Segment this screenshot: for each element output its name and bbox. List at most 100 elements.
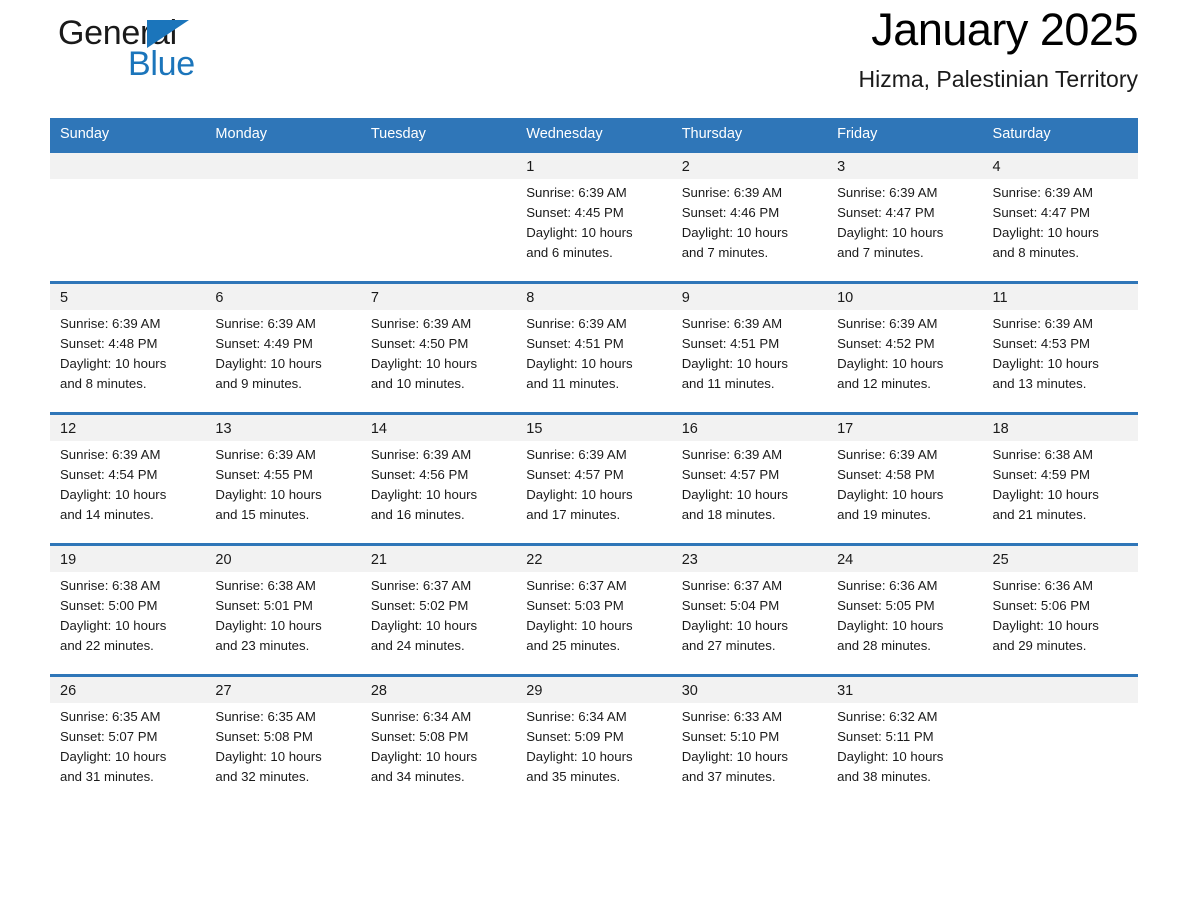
day-detail-line: Daylight: 10 hours: [837, 749, 944, 765]
day-number[interactable]: 5: [50, 284, 206, 310]
day-number[interactable]: 17: [827, 415, 983, 441]
day-cell-details[interactable]: Sunrise: 6:39 AM Sunset: 4:46 PM Daylight:…: [671, 179, 828, 281]
day-number[interactable]: 27: [205, 677, 361, 703]
day-number[interactable]: 13: [205, 415, 361, 441]
day-cell-details[interactable]: Sunrise: 6:39 AM Sunset: 4:57 PM Daylight:…: [671, 441, 828, 543]
day-detail-line: Sunrise: 6:39 AM: [60, 447, 161, 462]
day-number[interactable]: 25: [982, 546, 1138, 572]
day-number[interactable]: 30: [671, 677, 828, 703]
day-number[interactable]: 28: [360, 677, 517, 703]
day-cell-details[interactable]: Sunrise: 6:39 AM Sunset: 4:47 PM Daylight:…: [827, 179, 983, 281]
day-cell-details[interactable]: Sunrise: 6:32 AM Sunset: 5:11 PM Daylight:…: [827, 703, 983, 805]
day-cell-details[interactable]: Sunrise: 6:39 AM Sunset: 4:52 PM Daylight:…: [827, 310, 983, 412]
day-cell-details[interactable]: Sunrise: 6:37 AM Sunset: 5:04 PM Daylight:…: [671, 572, 828, 674]
day-detail-line: Sunset: 4:51 PM: [526, 336, 624, 352]
day-number-row: 26 27 28 29 30 31: [50, 677, 1138, 703]
day-number[interactable]: 14: [360, 415, 517, 441]
day-cell-details[interactable]: Sunrise: 6:39 AM Sunset: 4:50 PM Daylight:…: [360, 310, 517, 412]
day-cell-details[interactable]: Sunrise: 6:35 AM Sunset: 5:07 PM Daylight:…: [50, 703, 206, 805]
day-number[interactable]: 6: [205, 284, 361, 310]
day-cell-details[interactable]: Sunrise: 6:39 AM Sunset: 4:57 PM Daylight:…: [516, 441, 672, 543]
day-cell-details[interactable]: Sunrise: 6:34 AM Sunset: 5:08 PM Daylight:…: [360, 703, 517, 805]
day-detail-line: Daylight: 10 hours: [992, 356, 1099, 372]
page-header: General Blue January 2025 Hizma, Palesti…: [50, 0, 1138, 118]
brand-name-blue: Blue: [128, 45, 195, 83]
day-detail-line: Sunset: 5:04 PM: [681, 598, 780, 614]
day-number[interactable]: 23: [671, 546, 828, 572]
day-detail-line: Sunset: 4:52 PM: [837, 336, 935, 352]
day-number[interactable]: 2: [671, 153, 828, 179]
day-number[interactable]: 8: [516, 284, 672, 310]
day-cell-details[interactable]: Sunrise: 6:34 AM Sunset: 5:09 PM Daylight:…: [516, 703, 672, 805]
day-detail-line: Daylight: 10 hours: [215, 487, 322, 503]
day-number[interactable]: 29: [516, 677, 672, 703]
day-cell-details[interactable]: Sunrise: 6:39 AM Sunset: 4:54 PM Daylight:…: [50, 441, 206, 543]
day-detail-line: and 11 minutes.: [681, 376, 775, 392]
day-detail-line: Sunset: 4:45 PM: [526, 205, 624, 221]
day-detail-line: and 10 minutes.: [370, 376, 465, 392]
day-cell-details[interactable]: Sunrise: 6:39 AM Sunset: 4:51 PM Daylight:…: [516, 310, 672, 412]
day-cell-details[interactable]: Sunrise: 6:39 AM Sunset: 4:51 PM Daylight:…: [671, 310, 828, 412]
day-cell-details[interactable]: Sunrise: 6:39 AM Sunset: 4:47 PM Daylight:…: [982, 179, 1138, 281]
day-detail-line: Sunset: 5:05 PM: [837, 598, 935, 614]
day-cell-details[interactable]: Sunrise: 6:33 AM Sunset: 5:10 PM Daylight:…: [671, 703, 828, 805]
day-number[interactable]: 3: [827, 153, 983, 179]
day-number[interactable]: 21: [360, 546, 517, 572]
day-detail-line: Sunset: 5:03 PM: [526, 598, 624, 614]
day-number[interactable]: 15: [516, 415, 672, 441]
day-detail-line: Sunrise: 6:39 AM: [681, 316, 783, 331]
day-cell-empty: [982, 703, 1138, 805]
day-detail-line: Daylight: 10 hours: [992, 225, 1099, 241]
day-number[interactable]: 12: [50, 415, 206, 441]
day-detail-line: and 8 minutes.: [60, 376, 147, 392]
weekday-header-wednesday: Wednesday: [516, 118, 672, 150]
day-number[interactable]: 10: [827, 284, 983, 310]
day-detail-line: Sunset: 5:10 PM: [681, 729, 780, 745]
day-detail-line: and 11 minutes.: [526, 376, 620, 392]
day-cell-details[interactable]: Sunrise: 6:39 AM Sunset: 4:49 PM Daylight:…: [205, 310, 361, 412]
brand-logo[interactable]: General Blue: [50, 10, 260, 90]
day-detail-line: and 35 minutes.: [526, 769, 621, 785]
day-detail-line: Daylight: 10 hours: [992, 618, 1099, 634]
day-detail-line: Sunrise: 6:39 AM: [837, 185, 938, 200]
day-detail-line: and 17 minutes.: [526, 507, 621, 523]
day-detail-line: Sunrise: 6:36 AM: [992, 578, 1093, 593]
day-number[interactable]: 11: [982, 284, 1138, 310]
day-number[interactable]: 19: [50, 546, 206, 572]
day-detail-row: Sunrise: 6:39 AM Sunset: 4:48 PM Daylight:…: [50, 310, 1138, 412]
day-cell-details[interactable]: Sunrise: 6:38 AM Sunset: 4:59 PM Daylight:…: [982, 441, 1138, 543]
day-number[interactable]: 7: [360, 284, 517, 310]
day-detail-line: and 21 minutes.: [992, 507, 1087, 523]
triangle-logo-icon: [147, 20, 189, 48]
day-number[interactable]: 1: [516, 153, 672, 179]
day-cell-details[interactable]: Sunrise: 6:36 AM Sunset: 5:05 PM Daylight:…: [827, 572, 983, 674]
day-cell-details[interactable]: Sunrise: 6:37 AM Sunset: 5:03 PM Daylight:…: [516, 572, 672, 674]
day-number[interactable]: 20: [205, 546, 361, 572]
day-number[interactable]: 18: [982, 415, 1138, 441]
day-detail-line: Sunset: 4:49 PM: [215, 336, 313, 352]
day-number[interactable]: 4: [982, 153, 1138, 179]
day-number[interactable]: 9: [671, 284, 828, 310]
day-cell-details[interactable]: Sunrise: 6:39 AM Sunset: 4:55 PM Daylight:…: [205, 441, 361, 543]
day-cell-details[interactable]: Sunrise: 6:39 AM Sunset: 4:56 PM Daylight:…: [360, 441, 517, 543]
day-cell-details[interactable]: Sunrise: 6:38 AM Sunset: 5:01 PM Daylight:…: [205, 572, 361, 674]
day-number[interactable]: 26: [50, 677, 206, 703]
day-number-row: 5 6 7 8 9 10 11: [50, 284, 1138, 310]
day-cell-details[interactable]: Sunrise: 6:39 AM Sunset: 4:48 PM Daylight:…: [50, 310, 206, 412]
day-number[interactable]: 24: [827, 546, 983, 572]
day-detail-line: and 34 minutes.: [370, 769, 465, 785]
day-cell-details[interactable]: Sunrise: 6:35 AM Sunset: 5:08 PM Daylight:…: [205, 703, 361, 805]
day-number[interactable]: 16: [671, 415, 828, 441]
day-detail-line: Sunset: 4:54 PM: [60, 467, 158, 483]
day-number[interactable]: 22: [516, 546, 672, 572]
day-cell-details[interactable]: Sunrise: 6:39 AM Sunset: 4:45 PM Daylight:…: [516, 179, 672, 281]
day-cell-details[interactable]: Sunrise: 6:38 AM Sunset: 5:00 PM Daylight:…: [50, 572, 206, 674]
calendar-body: 1 2 3 4 Sunrise: 6:39 AM Sunset: 4:45 PM Dayli…: [50, 150, 1138, 805]
day-detail-line: Daylight: 10 hours: [681, 225, 788, 241]
day-cell-details[interactable]: Sunrise: 6:39 AM Sunset: 4:53 PM Daylight:…: [982, 310, 1138, 412]
day-cell-details[interactable]: Sunrise: 6:36 AM Sunset: 5:06 PM Daylight:…: [982, 572, 1138, 674]
day-cell-details[interactable]: Sunrise: 6:39 AM Sunset: 4:58 PM Daylight:…: [827, 441, 983, 543]
day-number[interactable]: 31: [827, 677, 983, 703]
calendar-page: General Blue January 2025 Hizma, Palesti…: [0, 0, 1188, 918]
day-cell-details[interactable]: Sunrise: 6:37 AM Sunset: 5:02 PM Daylight:…: [360, 572, 517, 674]
